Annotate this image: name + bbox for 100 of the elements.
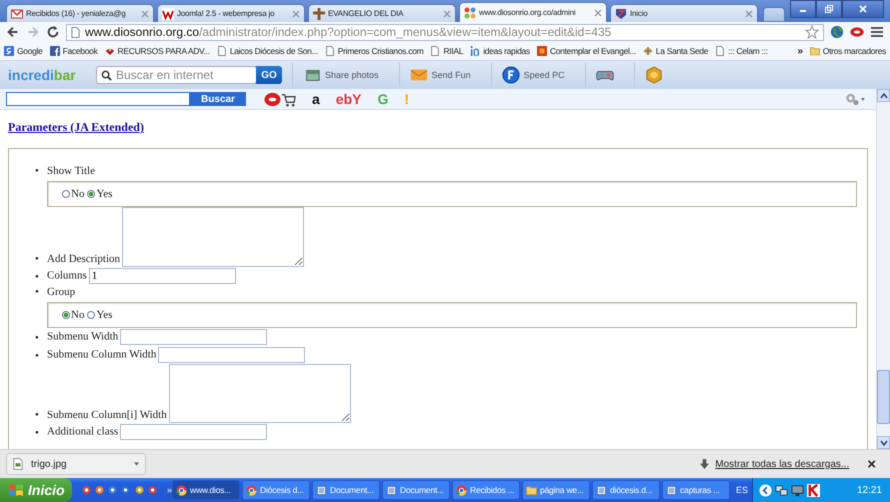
globe-icon[interactable] <box>830 25 844 39</box>
more-bookmarks-button[interactable]: » <box>798 46 803 56</box>
bookmark[interactable]: La Santa Sede <box>642 46 708 56</box>
caret-icon <box>134 462 139 466</box>
emblem-icon <box>642 46 653 56</box>
field-label: Submenu Column Width <box>47 348 156 361</box>
bullet: • <box>35 270 39 285</box>
settings-icon[interactable] <box>844 92 866 106</box>
search-button[interactable]: Buscar <box>190 92 246 106</box>
field-label: Add Description <box>47 253 120 265</box>
reload-icon[interactable] <box>46 25 60 39</box>
bookmark-label: RIIAL <box>443 46 464 56</box>
address-field[interactable]: www.diosonrio.org.co/administrator/index.php?option=com_menus&view=item&layout=edit&id=435 <box>66 24 824 40</box>
close-icon[interactable] <box>292 10 300 18</box>
search-field[interactable] <box>6 92 190 106</box>
launcher-icon[interactable] <box>108 484 118 496</box>
bullet: • <box>35 331 39 346</box>
minimize-button[interactable] <box>790 0 816 18</box>
scrollbar[interactable] <box>876 89 890 449</box>
browser-tab[interactable]: Inicio <box>610 4 758 22</box>
input-field[interactable]: 1 <box>88 268 236 284</box>
toolbar-button[interactable]: Share photos <box>292 63 389 87</box>
taskbar-button[interactable]: Diócesis d... <box>242 480 310 500</box>
taskbar-button[interactable]: capturas ... <box>662 480 730 500</box>
close-button[interactable] <box>842 0 884 18</box>
envelope-icon <box>11 8 23 20</box>
close-icon[interactable] <box>141 10 149 18</box>
launcher-icon[interactable] <box>134 484 144 496</box>
scroll-down-icon <box>880 440 888 446</box>
restore-button[interactable] <box>816 0 842 18</box>
taskbar-button[interactable]: Document... <box>312 480 380 500</box>
bookmark[interactable]: ideas rapidas <box>470 46 530 56</box>
tile-icon <box>536 46 547 56</box>
show-all-downloads-link[interactable]: Mostrar todas las descargas... <box>715 458 850 470</box>
monitor-icon[interactable] <box>791 484 804 496</box>
radio-option[interactable]: Yes <box>87 308 112 322</box>
chrome-icon <box>246 484 257 496</box>
launcher-icon[interactable] <box>95 484 104 496</box>
bookmark-label: ideas rapidas <box>483 46 530 56</box>
site-shortcut[interactable]: ebY <box>336 91 362 107</box>
close-icon[interactable] <box>443 10 451 18</box>
chevron-icon[interactable] <box>759 484 772 496</box>
parameters-link[interactable]: Parameters (JA Extended) <box>8 120 144 135</box>
browser-tab[interactable]: Joomla! 2.5 - webempresa jo <box>157 4 305 22</box>
input-field[interactable] <box>158 347 306 363</box>
bookmark[interactable]: ::: Celam ::: <box>715 46 768 56</box>
new-tab-button[interactable] <box>763 7 785 22</box>
radio-option[interactable]: Yes <box>87 186 112 202</box>
taskbar-button[interactable]: diócesis.d... <box>592 480 660 500</box>
more-launchers-button[interactable]: » <box>166 485 172 495</box>
field-label: Show Title <box>47 165 95 177</box>
image-file-icon <box>13 458 23 470</box>
scroll-thumb[interactable] <box>877 370 890 424</box>
bookmark-label: ::: Celam ::: <box>728 46 768 56</box>
close-icon <box>858 4 868 14</box>
close-icon[interactable] <box>745 10 753 18</box>
radio-option[interactable]: No <box>62 308 84 322</box>
bookmark-label: Google <box>17 46 43 56</box>
toolbar-button[interactable]: Speed PC <box>490 63 575 87</box>
bookmark[interactable]: Facebook <box>50 46 98 56</box>
field-label: Group <box>47 286 76 298</box>
network-icon[interactable] <box>775 484 788 496</box>
close-button[interactable]: × <box>867 456 876 472</box>
star-icon[interactable] <box>805 25 819 39</box>
hexagon-icon <box>644 66 663 84</box>
launcher-icon[interactable] <box>82 484 92 496</box>
other-bookmarks-button[interactable]: Otros marcadores <box>810 46 886 56</box>
document-icon <box>666 484 677 496</box>
launcher-icon[interactable] <box>121 484 131 496</box>
browser-tab[interactable]: Recibidos (16) - yenialeza@g <box>6 4 154 22</box>
field-label: Submenu Column[i] Width <box>47 409 167 421</box>
field-label: Columns <box>47 270 87 282</box>
go-button[interactable]: GO <box>256 66 282 84</box>
site-icon <box>162 8 174 20</box>
tab-title: Joomla! 2.5 - webempresa jo <box>177 9 276 18</box>
browser-tab[interactable]: www.diosonrio.org.co/admini <box>459 2 607 22</box>
taskbar-button[interactable]: Document... <box>382 480 450 500</box>
back-icon[interactable] <box>6 25 20 39</box>
toolbar-button[interactable]: Send Fun <box>398 63 481 87</box>
taskbar-button[interactable]: página we... <box>522 480 590 500</box>
close-icon[interactable] <box>594 8 602 16</box>
incredibar-logo: incredibar <box>8 67 76 83</box>
language-indicator[interactable]: ES <box>736 485 752 495</box>
tab-title: Inicio <box>630 9 648 18</box>
menu-icon[interactable] <box>870 25 884 39</box>
browser-tab[interactable]: EVANGELIO DEL DIA <box>308 4 456 22</box>
search-field[interactable]: Buscar en internet <box>96 66 256 84</box>
google-icon <box>4 46 14 56</box>
taskbar-button[interactable]: www.dios... <box>172 480 240 500</box>
download-item[interactable]: trigo.jpg <box>6 453 146 475</box>
bookmark[interactable]: Google <box>4 46 43 56</box>
scroll-up-icon <box>880 92 888 98</box>
taskbar-button[interactable]: Recibidos ... <box>452 480 520 500</box>
site-shortcut[interactable]: a <box>312 91 320 107</box>
cross-icon <box>313 8 325 20</box>
input-field[interactable] <box>120 329 268 345</box>
bookmark[interactable]: RIIAL <box>430 46 464 56</box>
input-field[interactable] <box>120 424 268 440</box>
launcher-icon[interactable] <box>148 484 157 496</box>
radio-option[interactable]: No <box>62 186 84 202</box>
